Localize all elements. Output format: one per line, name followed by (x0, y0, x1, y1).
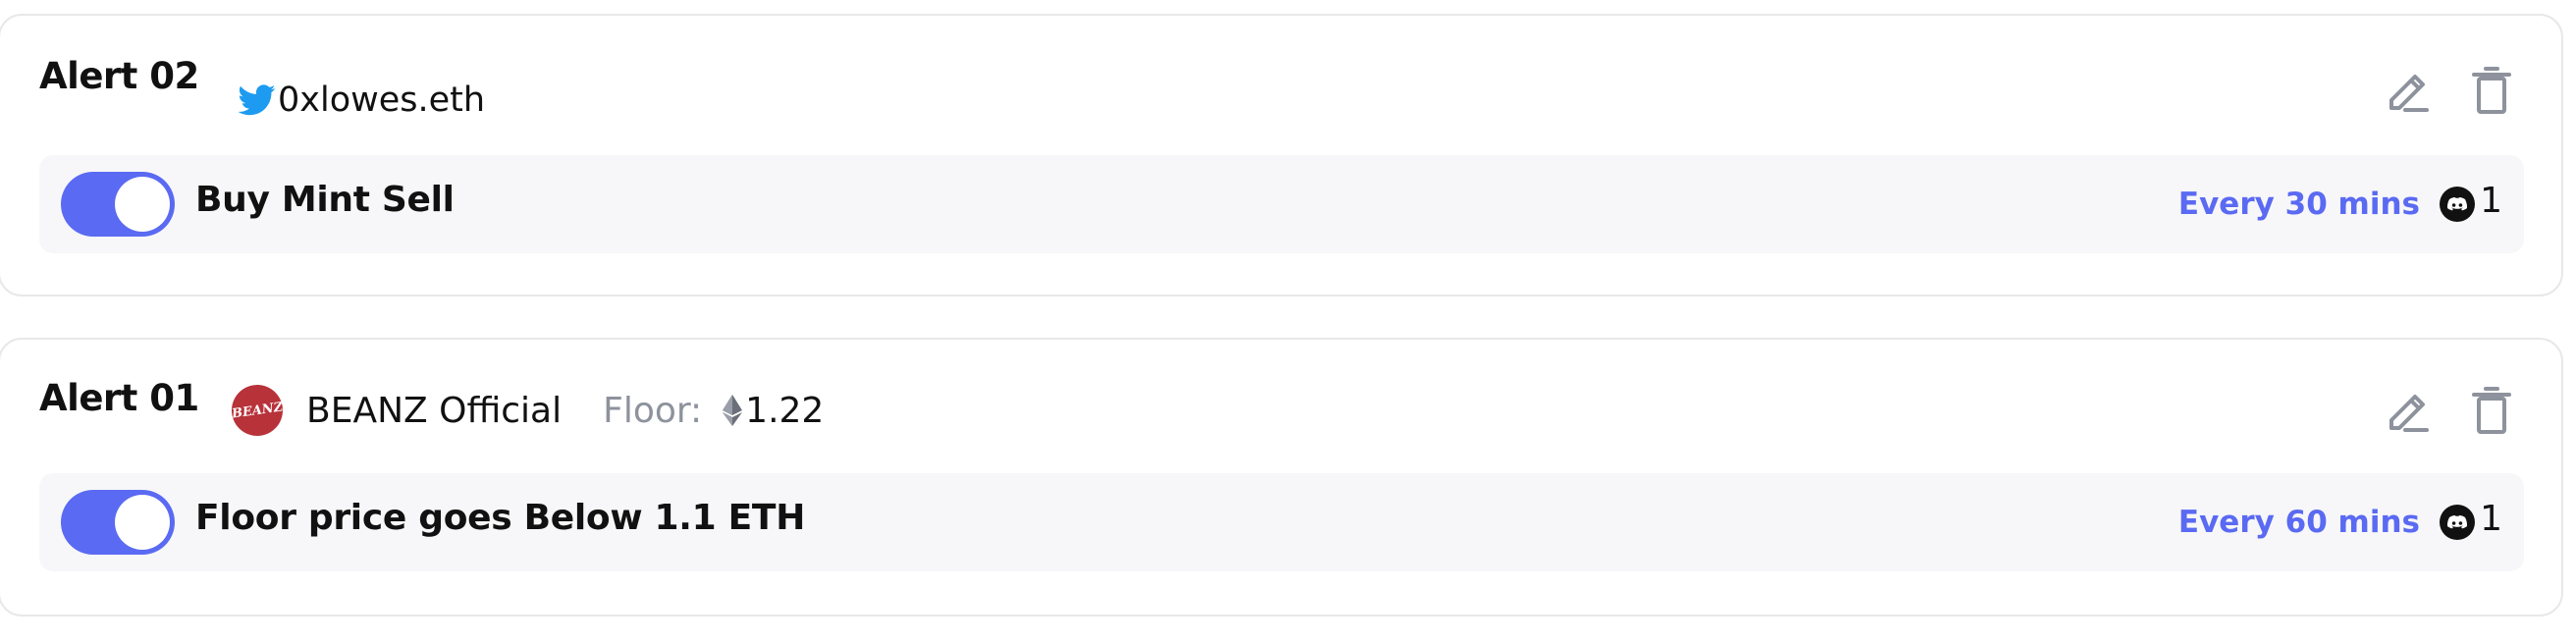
discord-icon (2440, 505, 2475, 540)
alert-rule-text: Buy Mint Sell (195, 180, 455, 220)
alert-rule-row: Buy Mint Sell Every 30 mins 1 (39, 155, 2524, 253)
eth-icon (722, 394, 743, 427)
alert-toggle[interactable] (61, 490, 175, 555)
twitter-handle[interactable]: 0xlowes.eth (278, 80, 485, 120)
edit-pencil-icon[interactable] (2384, 385, 2431, 436)
toggle-knob (115, 177, 170, 232)
collection-name[interactable]: BEANZ Official (306, 391, 562, 431)
alert-toggle[interactable] (61, 172, 175, 237)
avatar-logo-text: BEANZ (232, 399, 283, 422)
alert-rule-text: Floor price goes Below 1.1 ETH (195, 498, 806, 538)
trash-icon[interactable] (2468, 65, 2515, 116)
alerts-list: Alert 02 0xlowes.eth Buy Mint Sell Every… (0, 0, 2576, 644)
trash-icon[interactable] (2468, 385, 2515, 436)
edit-pencil-icon[interactable] (2384, 65, 2431, 116)
alert-card: Alert 01 BEANZ BEANZ Official Floor: 1.2… (0, 338, 2563, 617)
alert-source: 0xlowes.eth (239, 80, 485, 120)
channel-count: 1 (2480, 181, 2502, 221)
collection-avatar: BEANZ (232, 385, 283, 436)
alert-rule-row: Floor price goes Below 1.1 ETH Every 60 … (39, 473, 2524, 571)
alert-source: BEANZ BEANZ Official Floor: 1.22 (232, 385, 824, 436)
floor-value: 1.22 (745, 390, 825, 431)
channel-count: 1 (2480, 499, 2502, 539)
alert-frequency[interactable]: Every 30 mins (2178, 187, 2420, 222)
toggle-knob (115, 495, 170, 550)
alert-frequency[interactable]: Every 60 mins (2178, 505, 2420, 540)
alert-title: Alert 01 (39, 377, 199, 419)
alert-title: Alert 02 (39, 55, 199, 97)
alert-card: Alert 02 0xlowes.eth Buy Mint Sell Every… (0, 14, 2563, 296)
twitter-icon (239, 84, 276, 116)
floor-label: Floor: (603, 390, 703, 431)
discord-icon (2440, 187, 2475, 222)
